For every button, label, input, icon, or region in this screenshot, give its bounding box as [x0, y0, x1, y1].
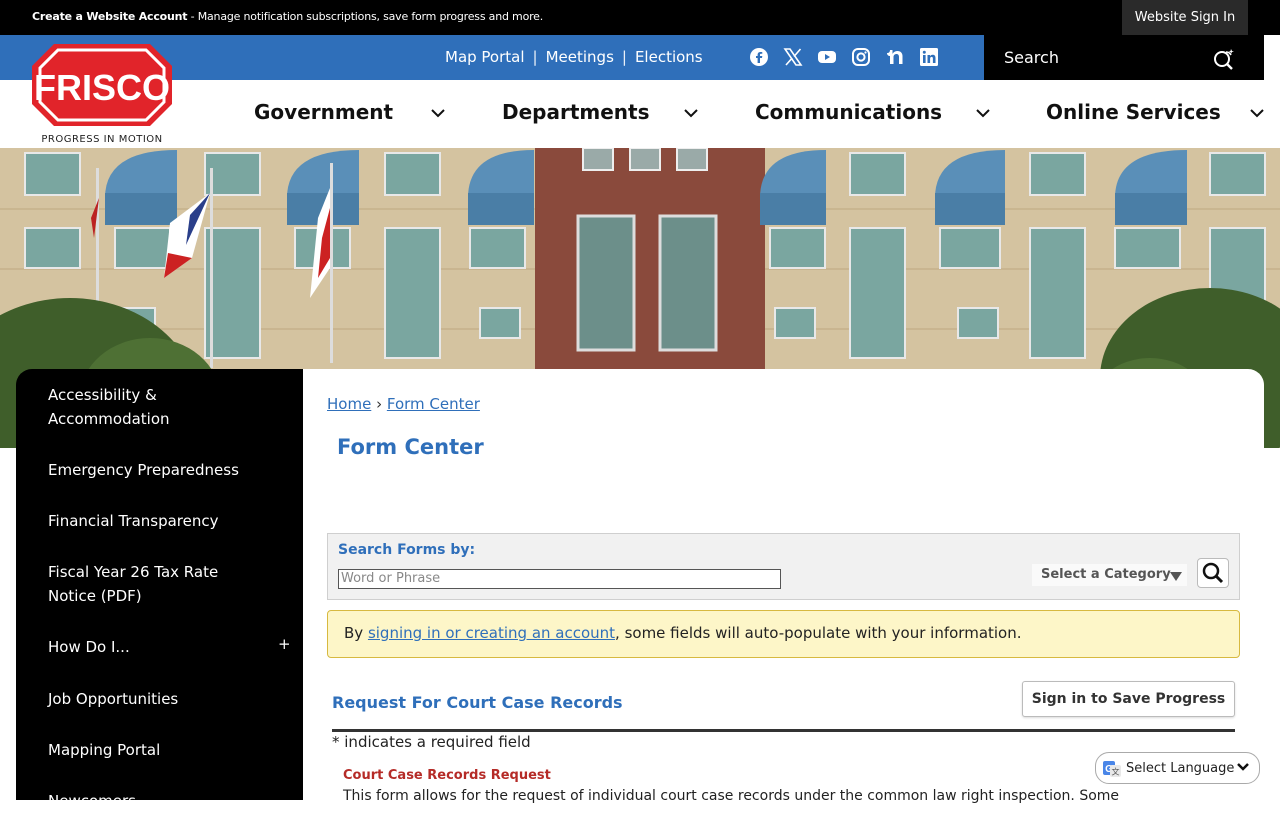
sign-in-link[interactable]: signing in or creating an account	[368, 624, 615, 642]
map-portal-link[interactable]: Map Portal	[445, 48, 525, 66]
chevron-down-icon	[1237, 763, 1249, 771]
x-icon[interactable]	[783, 47, 803, 67]
form-search-input[interactable]: Word or Phrase	[338, 569, 781, 589]
breadcrumb-home[interactable]: Home	[327, 395, 371, 413]
form-description: This form allows for the request of indi…	[343, 788, 1120, 804]
sidebar-item-accessibility[interactable]: Accessibility & Accommodation	[48, 383, 268, 431]
facebook-icon[interactable]	[749, 47, 769, 67]
quick-links: Map Portal | Meetings | Elections	[445, 48, 703, 66]
account-message: Create a Website Account - Manage notifi…	[32, 10, 543, 23]
divider: |	[621, 48, 627, 66]
save-progress-button[interactable]: Sign in to Save Progress	[1022, 681, 1235, 717]
logo-wordmark: FRISCO	[34, 67, 170, 108]
main-navigation: Government Departments Communications On…	[0, 80, 1280, 148]
sidebar-item-newcomers[interactable]: Newcomers	[48, 789, 268, 813]
linkedin-icon[interactable]	[919, 47, 939, 67]
dropdown-arrow-icon	[1170, 572, 1182, 581]
nav-government[interactable]: Government	[254, 100, 393, 124]
google-translate-icon: G文	[1103, 761, 1121, 777]
account-description: - Manage notification subscriptions, sav…	[187, 10, 544, 23]
category-select-value: Select a Category	[1041, 567, 1171, 582]
chevron-down-icon[interactable]	[684, 108, 698, 118]
create-account-link[interactable]: Create a Website Account	[32, 10, 188, 23]
search-icon[interactable]	[1212, 46, 1236, 70]
sidebar-item-emergency-preparedness[interactable]: Emergency Preparedness	[48, 458, 268, 482]
elections-link[interactable]: Elections	[635, 48, 703, 66]
form-search-button[interactable]	[1197, 558, 1229, 588]
form-search-panel: Search Forms by: Word or Phrase Select a…	[327, 533, 1240, 600]
frisco-logo[interactable]: FRISCO PROGRESS IN MOTION	[18, 40, 186, 148]
required-field-note: * indicates a required field	[332, 733, 531, 751]
sidebar-item-financial-transparency[interactable]: Financial Transparency	[48, 509, 268, 533]
nextdoor-icon[interactable]	[885, 47, 905, 67]
nav-online-services[interactable]: Online Services	[1046, 100, 1221, 124]
breadcrumb-form-center[interactable]: Form Center	[387, 395, 480, 413]
social-links	[749, 47, 939, 67]
sidebar-nav: Accessibility & Accommodation Emergency …	[16, 369, 303, 810]
chevron-down-icon[interactable]	[1250, 108, 1264, 118]
divider: |	[532, 48, 538, 66]
top-bar: Create a Website Account - Manage notifi…	[0, 0, 1280, 35]
search-icon	[1202, 562, 1224, 584]
breadcrumb: Home › Form Center	[327, 395, 480, 413]
language-selector-label: Select Language	[1126, 761, 1235, 776]
notice-suffix: , some fields will auto-populate with yo…	[615, 624, 1022, 642]
site-search[interactable]: Search	[984, 35, 1264, 80]
sign-in-notice: By signing in or creating an account, so…	[327, 610, 1240, 658]
chevron-down-icon[interactable]	[431, 108, 445, 118]
site-search-input[interactable]: Search	[1004, 48, 1059, 67]
chevron-down-icon[interactable]	[976, 108, 990, 118]
notice-prefix: By	[344, 624, 368, 642]
website-sign-in-button[interactable]: Website Sign In	[1122, 0, 1248, 35]
nav-communications[interactable]: Communications	[755, 100, 942, 124]
page-title: Form Center	[337, 435, 484, 459]
instagram-icon[interactable]	[851, 47, 871, 67]
meetings-link[interactable]: Meetings	[546, 48, 614, 66]
main-content: Home › Form Center Form Center Search Fo…	[303, 369, 1264, 804]
nav-departments[interactable]: Departments	[502, 100, 650, 124]
youtube-icon[interactable]	[817, 47, 837, 67]
expand-button[interactable]: +	[278, 635, 291, 653]
svg-text:文: 文	[1112, 767, 1120, 777]
divider	[332, 729, 1235, 732]
language-selector[interactable]: G文 Select Language	[1095, 752, 1260, 784]
form-section-heading: Court Case Records Request	[343, 768, 551, 783]
sidebar-item-how-do-i[interactable]: How Do I...	[48, 635, 268, 659]
form-title: Request For Court Case Records	[332, 693, 623, 712]
logo-tagline: PROGRESS IN MOTION	[41, 134, 163, 145]
sidebar-item-tax-rate-notice[interactable]: Fiscal Year 26 Tax Rate Notice (PDF)	[48, 560, 268, 608]
category-select[interactable]: Select a Category	[1032, 564, 1187, 586]
breadcrumb-separator: ›	[376, 395, 383, 413]
form-search-label: Search Forms by:	[338, 542, 476, 558]
sidebar-item-mapping-portal[interactable]: Mapping Portal	[48, 738, 268, 762]
sidebar-item-job-opportunities[interactable]: Job Opportunities	[48, 687, 268, 711]
